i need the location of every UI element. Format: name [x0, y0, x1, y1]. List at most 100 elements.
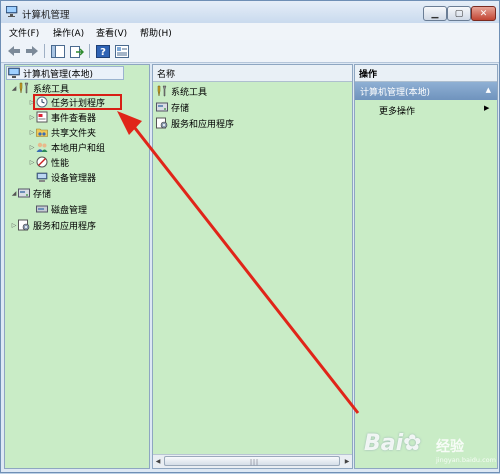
tree-item-performance[interactable]: ▷ 性能	[28, 155, 69, 169]
tree-item-event-viewer[interactable]: ▷ 事件查看器	[28, 110, 96, 124]
watermark-url: jingyan.baidu.com	[436, 456, 496, 464]
toolbar-separator	[89, 44, 90, 58]
tree-item-label: 性能	[51, 158, 70, 169]
console-tree-pane: 计算机管理(本地) ◢ 系统工具 ▷ 任务计划程序 ▷ 事件查看器 ▷ 共享文件…	[4, 64, 150, 469]
performance-icon	[36, 156, 48, 168]
services-icon	[18, 219, 30, 231]
collapse-triangle-icon[interactable]: ◢	[10, 190, 18, 197]
tree-item-label: 系统工具	[33, 84, 70, 95]
close-button[interactable]: ✕	[471, 6, 496, 21]
menu-bar: 文件(F) 操作(A) 查看(V) 帮助(H)	[1, 23, 499, 40]
shared-folder-icon	[36, 128, 48, 137]
expand-triangle-icon[interactable]: ▷	[10, 222, 18, 229]
scroll-left-icon[interactable]: ◀	[153, 455, 163, 467]
tree-item-label: 本地用户和组	[51, 143, 106, 154]
maximize-icon: ▢	[454, 8, 464, 19]
actions-header: 操作	[355, 65, 497, 82]
tree-item-disk-management[interactable]: 磁盘管理	[36, 202, 87, 216]
watermark-suffix: 经验	[436, 439, 464, 455]
computer-management-icon	[6, 6, 18, 17]
window-title: 计算机管理	[22, 10, 70, 21]
users-icon	[36, 142, 48, 152]
scroll-right-icon[interactable]: ▶	[342, 455, 352, 467]
minimize-icon: ▁	[431, 8, 439, 19]
show-hide-tree-button[interactable]	[50, 43, 66, 59]
list-item-services-applications[interactable]: 服务和应用程序	[156, 116, 234, 130]
tree-item-device-manager[interactable]: 设备管理器	[36, 170, 96, 184]
svg-text:?: ?	[100, 47, 106, 58]
name-column-header[interactable]: 名称	[153, 65, 352, 82]
menu-view[interactable]: 查看(V)	[96, 26, 127, 39]
services-icon	[156, 117, 168, 129]
properties-button[interactable]	[114, 43, 130, 59]
list-item-label: 系统工具	[171, 87, 208, 98]
more-actions-label: 更多操作	[379, 107, 416, 117]
collapse-triangle-icon[interactable]: ◢	[10, 85, 18, 92]
baidu-watermark: Bai✿	[364, 431, 422, 456]
tools-icon	[157, 85, 167, 97]
tree-item-root[interactable]: 计算机管理(本地)	[8, 66, 93, 80]
tree-item-label: 共享文件夹	[51, 128, 97, 139]
paw-icon: ✿	[403, 431, 422, 456]
expand-triangle-icon[interactable]: ▷	[28, 144, 36, 151]
export-list-button[interactable]	[69, 43, 85, 59]
help-button[interactable]: ?	[95, 43, 111, 59]
storage-icon	[18, 188, 30, 198]
more-actions-link[interactable]: 更多操作 ▶	[379, 104, 489, 117]
menu-action[interactable]: 操作(A)	[53, 26, 84, 39]
tree-item-task-scheduler[interactable]: ▷ 任务计划程序	[28, 95, 105, 109]
menu-file[interactable]: 文件(F)	[9, 26, 39, 39]
tree-item-label: 事件查看器	[51, 113, 97, 124]
expand-triangle-icon[interactable]: ▷	[28, 114, 36, 121]
help-icon: ?	[96, 44, 110, 58]
actions-header-label: 操作	[359, 70, 378, 80]
tree-item-storage[interactable]: ◢ 存储	[10, 186, 51, 200]
back-button[interactable]	[6, 43, 22, 59]
tree-item-label: 设备管理器	[51, 173, 97, 184]
horizontal-scrollbar[interactable]: ◀ ||| ▶	[153, 454, 352, 468]
title-bar: 计算机管理 ▁ ▢ ✕	[1, 1, 499, 23]
scrollbar-thumb[interactable]: |||	[164, 456, 340, 466]
tree-item-label: 计算机管理(本地)	[23, 69, 94, 80]
close-icon: ✕	[479, 8, 488, 19]
watermark-brand: Bai	[364, 431, 404, 456]
tree-item-label: 任务计划程序	[51, 98, 106, 109]
column-header-label: 名称	[157, 70, 176, 80]
event-log-icon	[36, 111, 48, 123]
maximize-button[interactable]: ▢	[447, 6, 471, 21]
tree-item-services-applications[interactable]: ▷ 服务和应用程序	[10, 218, 96, 232]
tree-item-shared-folders[interactable]: ▷ 共享文件夹	[28, 125, 96, 139]
computer-management-window: 计算机管理 ▁ ▢ ✕ 文件(F) 操作(A) 查看(V) 帮助(H) ? 计算…	[0, 0, 500, 473]
list-item-label: 服务和应用程序	[171, 119, 235, 130]
menu-help[interactable]: 帮助(H)	[140, 26, 172, 39]
list-item-label: 存储	[171, 103, 190, 114]
expand-triangle-icon[interactable]: ▷	[28, 129, 36, 136]
properties-icon	[115, 44, 129, 58]
grip-icon: |||	[250, 459, 260, 466]
tree-item-label: 磁盘管理	[51, 205, 88, 216]
tree-item-label: 存储	[33, 189, 52, 200]
list-item-storage[interactable]: 存储	[156, 100, 189, 114]
collapse-up-icon[interactable]: ▲	[486, 86, 491, 94]
actions-group-label: 计算机管理(本地)	[360, 88, 431, 98]
results-pane: 名称 系统工具 存储 服务和应用程序 ◀ ||| ▶	[152, 64, 353, 469]
toolbar-separator	[44, 44, 45, 58]
tree-item-system-tools[interactable]: ◢ 系统工具	[10, 81, 69, 95]
tree-item-local-users-groups[interactable]: ▷ 本地用户和组	[28, 140, 105, 154]
device-manager-icon	[36, 172, 48, 182]
forward-button[interactable]	[24, 43, 40, 59]
forward-arrow-icon	[26, 46, 38, 56]
tools-icon	[19, 82, 29, 94]
clock-icon	[36, 96, 48, 108]
tree-item-label: 服务和应用程序	[33, 221, 97, 232]
actions-pane: 操作 计算机管理(本地) ▲ 更多操作 ▶	[354, 64, 498, 469]
toolbar: ?	[1, 40, 499, 63]
minimize-button[interactable]: ▁	[423, 6, 447, 21]
expand-triangle-icon[interactable]: ▷	[28, 99, 36, 106]
storage-icon	[156, 102, 168, 112]
expand-triangle-icon[interactable]: ▷	[28, 159, 36, 166]
computer-management-icon	[8, 67, 20, 78]
list-item-system-tools[interactable]: 系统工具	[156, 84, 207, 98]
submenu-arrow-icon: ▶	[484, 104, 490, 112]
actions-group-header[interactable]: 计算机管理(本地) ▲	[355, 82, 497, 100]
